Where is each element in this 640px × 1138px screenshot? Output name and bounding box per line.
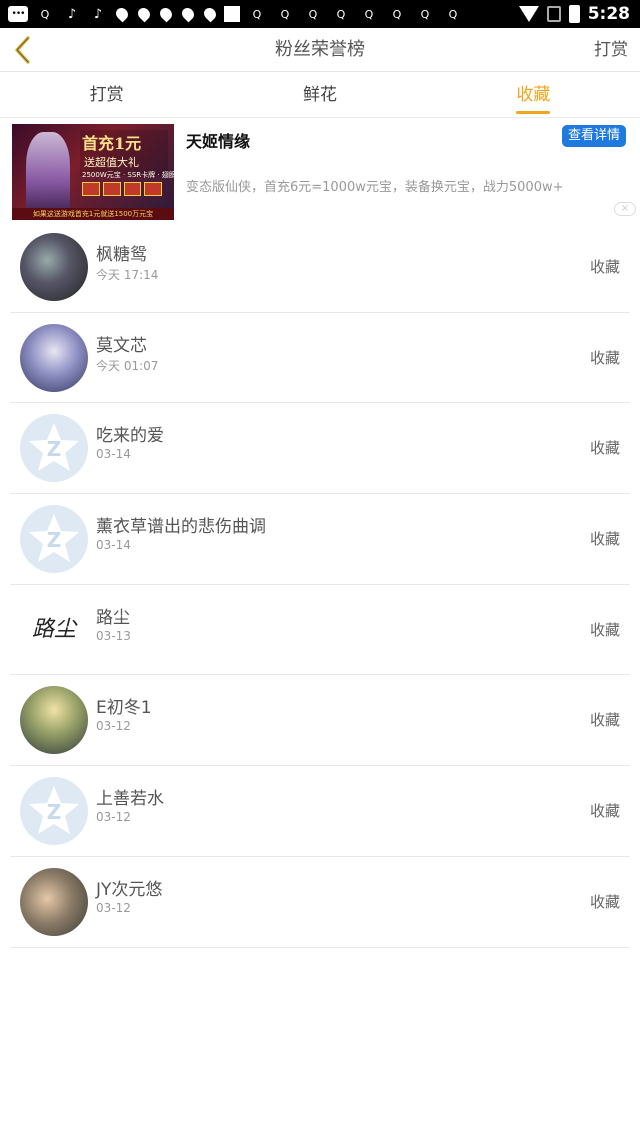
list-item[interactable]: Z 吃来的爱 03-14 收藏 (10, 403, 630, 495)
svg-text:Z: Z (47, 437, 62, 461)
clock: 5:28 (587, 4, 630, 24)
ad-close-button[interactable]: × (614, 202, 636, 216)
svg-text:Z: Z (47, 528, 62, 552)
avatar[interactable]: Z (20, 776, 88, 845)
ad-reward-icons (82, 182, 162, 196)
drop-icon (201, 5, 219, 23)
favorites-list: 枫糖鸳 今天 17:14 收藏 莫文芯 今天 01:07 收藏 Z 吃来的爱 0… (0, 222, 640, 948)
default-avatar-icon: Z (29, 513, 79, 562)
avatar[interactable]: 路尘 (20, 595, 88, 664)
avatar-calligraphy: 路尘 (31, 616, 76, 642)
status-bar: Q ♪ ♪ Q Q Q Q Q Q Q Q 5:28 (0, 0, 640, 28)
favorite-label: 收藏 (589, 711, 620, 730)
ad-image-subline: 送超值大礼 (84, 156, 139, 169)
wifi-icon (518, 6, 539, 22)
user-name: JY次元悠 (96, 879, 163, 900)
user-name: 上善若水 (96, 789, 164, 810)
view-details-button[interactable]: 查看详情 (561, 125, 626, 147)
battery-icon (568, 5, 580, 23)
list-item[interactable]: E初冬1 03-12 收藏 (10, 675, 630, 767)
avatar[interactable] (20, 686, 88, 755)
favorite-label: 收藏 (589, 529, 620, 548)
favorite-label: 收藏 (589, 348, 620, 367)
tab-bar: 打赏 鲜花 收藏 (0, 72, 640, 118)
qq-icon: Q (252, 7, 262, 21)
avatar[interactable] (20, 867, 88, 936)
list-item[interactable]: JY次元悠 03-12 收藏 (10, 857, 630, 948)
avatar[interactable]: Z (20, 504, 88, 573)
top-navigation-bar: 粉丝荣誉榜 打赏 (0, 28, 640, 72)
message-icon (8, 6, 28, 22)
favorite-label: 收藏 (589, 892, 620, 911)
ad-banner[interactable]: 首充1元 送超值大礼 2500W元宝 · SSR卡牌 · 翅膀 如果这送游戏首充… (12, 124, 628, 220)
ad-image-small-text: 2500W元宝 · SSR卡牌 · 翅膀 (82, 171, 174, 179)
ad-image-footer: 如果这送游戏首充1元就送1500万元宝 (12, 208, 174, 220)
qq-icon: Q (336, 7, 346, 21)
user-name: 枫糖鸳 (96, 245, 147, 265)
ad-image-headline: 首充1元 (82, 134, 142, 153)
timestamp: 03-12 (96, 719, 131, 734)
no-sim-icon (546, 6, 561, 22)
drop-icon (179, 5, 197, 23)
favorite-label: 收藏 (589, 801, 620, 820)
drop-icon (135, 5, 153, 23)
user-name: 薰衣草谱出的悲伤曲调 (96, 517, 266, 538)
favorite-label: 收藏 (589, 439, 620, 458)
list-item[interactable]: Z 薰衣草谱出的悲伤曲调 03-14 收藏 (10, 494, 630, 585)
tiktok-icon: ♪ (93, 6, 103, 22)
qq-icon: Q (448, 7, 458, 21)
image-icon (224, 6, 240, 22)
user-name: 吃来的爱 (96, 426, 164, 447)
qq-icon: Q (40, 7, 50, 21)
avatar[interactable]: Z (20, 414, 88, 483)
tab-flowers[interactable]: 鲜花 (213, 72, 426, 117)
default-avatar-icon: Z (29, 423, 79, 472)
favorite-label: 收藏 (589, 257, 620, 276)
page-title: 粉丝荣誉榜 (275, 39, 365, 60)
qq-icon: Q (308, 7, 318, 21)
list-item[interactable]: 枫糖鸳 今天 17:14 收藏 (10, 222, 630, 313)
list-item[interactable]: Z 上善若水 03-12 收藏 (10, 766, 630, 857)
user-name: 莫文芯 (96, 335, 147, 356)
user-name: 路尘 (96, 607, 130, 628)
notification-icons: Q ♪ ♪ Q Q Q Q Q Q Q Q (8, 4, 464, 24)
qq-icon: Q (420, 7, 430, 21)
reward-button[interactable]: 打赏 (594, 28, 628, 72)
user-name: E初冬1 (96, 698, 152, 719)
avatar[interactable] (20, 232, 88, 301)
svg-text:Z: Z (47, 800, 62, 824)
avatar[interactable] (20, 323, 88, 392)
timestamp: 03-12 (96, 900, 131, 915)
ad-title: 天姬情缘 (186, 132, 251, 151)
timestamp: 03-13 (96, 628, 131, 643)
drop-icon (157, 5, 175, 23)
tab-reward[interactable]: 打赏 (0, 72, 213, 117)
ad-description: 变态版仙侠，首充6元=1000w元宝，装备换元宝，战力5000w+ (186, 180, 564, 195)
tab-favorites[interactable]: 收藏 (427, 72, 640, 117)
qq-icon: Q (392, 7, 402, 21)
default-avatar-icon: Z (29, 785, 79, 834)
tiktok-icon: ♪ (67, 6, 77, 22)
qq-icon: Q (280, 7, 290, 21)
drop-icon (113, 5, 131, 23)
ad-image[interactable]: 首充1元 送超值大礼 2500W元宝 · SSR卡牌 · 翅膀 如果这送游戏首充… (12, 124, 174, 220)
ad-character-art (26, 132, 70, 214)
timestamp: 03-14 (96, 447, 131, 462)
timestamp: 今天 01:07 (96, 358, 159, 373)
system-icons: 5:28 (518, 4, 630, 24)
timestamp: 03-14 (96, 538, 131, 553)
list-item[interactable]: 路尘 路尘 03-13 收藏 (10, 585, 630, 676)
favorite-label: 收藏 (589, 620, 620, 639)
list-item[interactable]: 莫文芯 今天 01:07 收藏 (10, 313, 630, 404)
qq-icon: Q (364, 7, 374, 21)
timestamp: 03-12 (96, 810, 131, 825)
timestamp: 今天 17:14 (96, 268, 159, 282)
